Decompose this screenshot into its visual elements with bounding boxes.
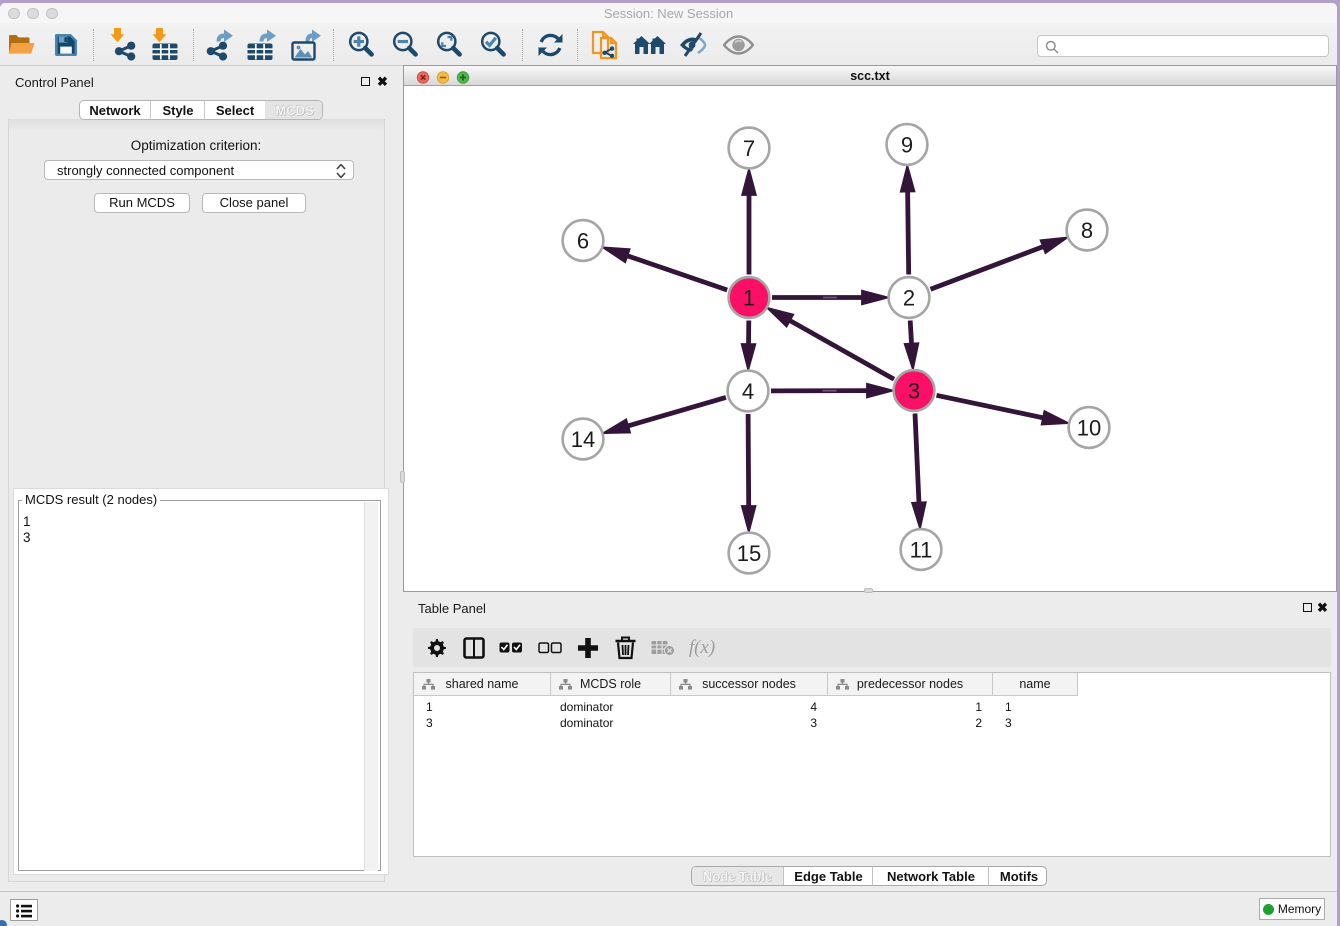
svg-text:15: 15 xyxy=(737,541,761,566)
svg-text:6: 6 xyxy=(577,229,589,254)
svg-text:2: 2 xyxy=(903,286,915,311)
svg-text:7: 7 xyxy=(743,136,755,161)
svg-text:9: 9 xyxy=(901,133,913,158)
svg-text:14: 14 xyxy=(571,427,595,452)
svg-text:10: 10 xyxy=(1077,416,1101,441)
svg-text:3: 3 xyxy=(908,379,920,404)
svg-text:8: 8 xyxy=(1081,218,1093,243)
svg-text:4: 4 xyxy=(742,379,754,404)
svg-text:11: 11 xyxy=(910,538,933,563)
svg-text:1: 1 xyxy=(743,286,755,311)
